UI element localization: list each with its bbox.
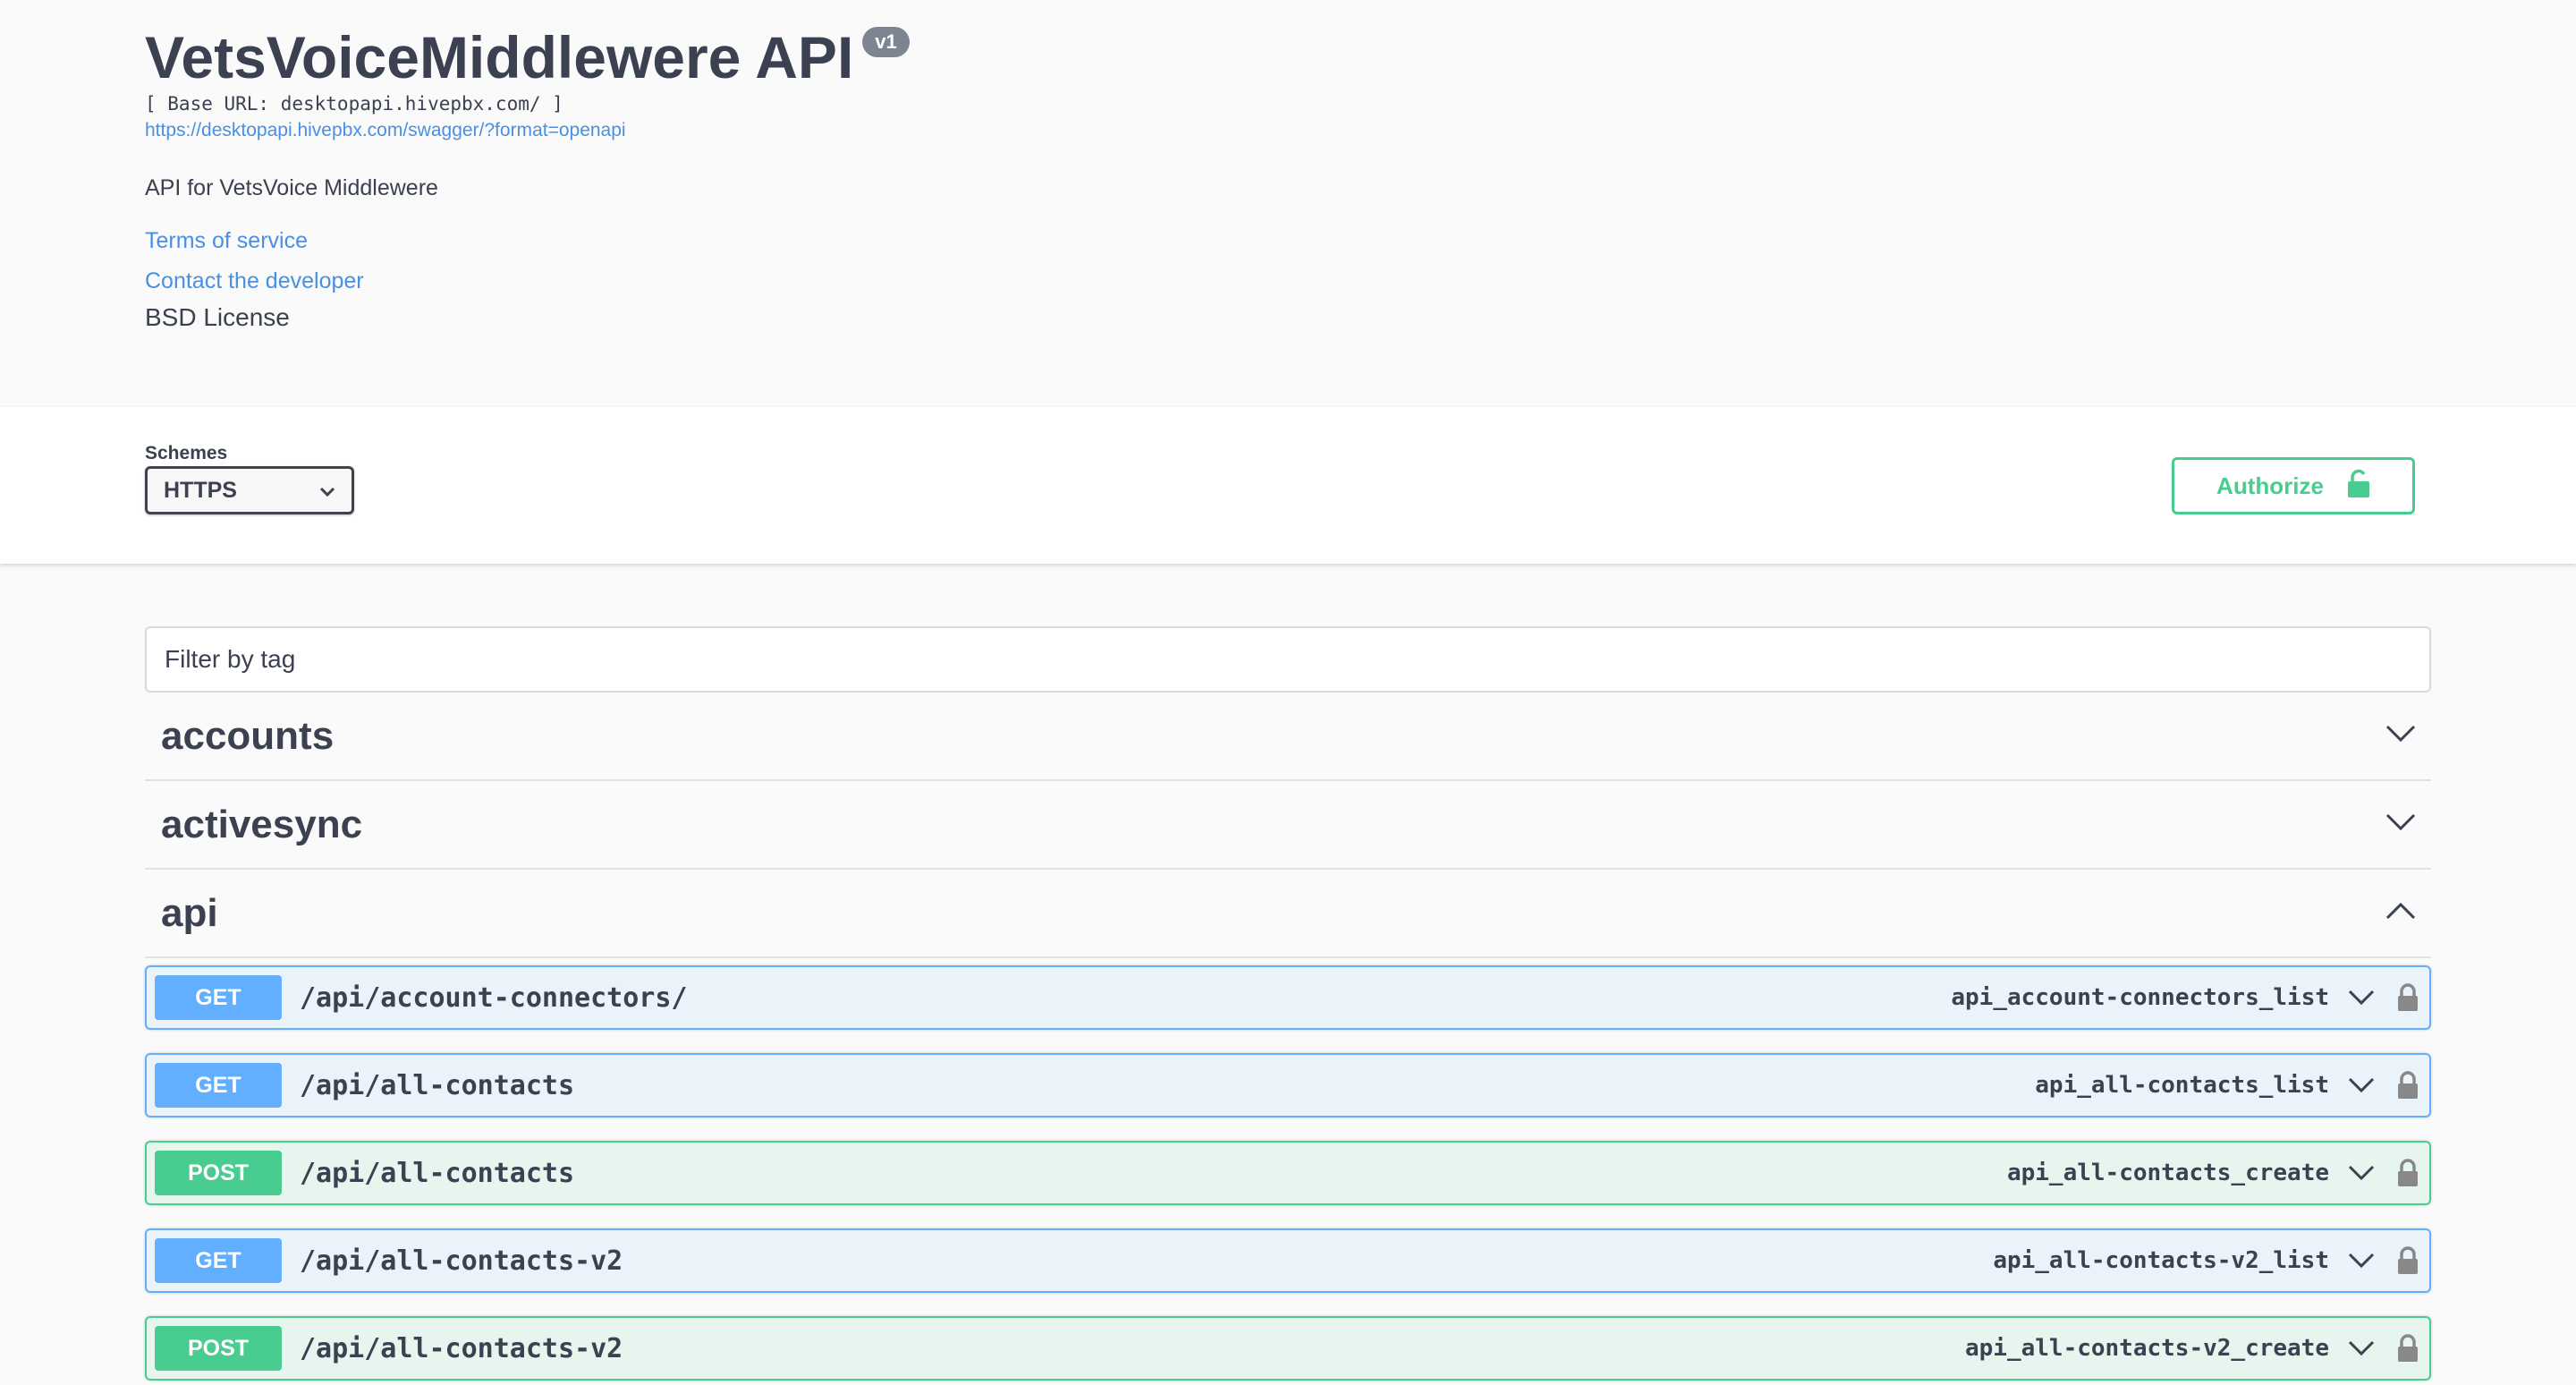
scheme-container: Schemes HTTPS Authorize xyxy=(0,407,2576,564)
operation-path: /api/all-contacts xyxy=(300,1157,575,1189)
chevron-down-icon[interactable] xyxy=(2343,1330,2379,1366)
chevron-down-icon xyxy=(319,478,335,504)
operation-row[interactable]: GET /api/account-connectors/ api_account… xyxy=(145,965,2431,1030)
lock-icon[interactable] xyxy=(2394,1155,2422,1191)
method-badge: POST xyxy=(155,1326,282,1371)
filter-by-tag-input[interactable]: Filter by tag xyxy=(145,626,2431,692)
chevron-down-icon[interactable] xyxy=(2343,1067,2379,1103)
method-badge: POST xyxy=(155,1151,282,1195)
chevron-down-icon[interactable] xyxy=(2343,1155,2379,1191)
tag-name: activesync xyxy=(161,802,363,846)
operation-path: /api/account-connectors/ xyxy=(300,981,688,1014)
operation-path: /api/all-contacts-v2 xyxy=(300,1332,623,1364)
unlocked-icon xyxy=(2347,469,2370,504)
filter-placeholder: Filter by tag xyxy=(165,645,296,673)
chevron-down-icon[interactable] xyxy=(2343,980,2379,1015)
api-description: API for VetsVoice Middlewere xyxy=(145,175,438,200)
operation-path: /api/all-contacts xyxy=(300,1069,575,1101)
chevron-down-icon xyxy=(2385,812,2417,837)
tag-name: accounts xyxy=(161,713,335,758)
operation-id: api_all-contacts-v2_create xyxy=(1965,1335,2329,1362)
operations-list: GET /api/account-connectors/ api_account… xyxy=(145,965,2431,1381)
operation-id: api_all-contacts-v2_list xyxy=(1993,1247,2329,1274)
method-badge: GET xyxy=(155,1063,282,1108)
lock-icon[interactable] xyxy=(2394,1067,2422,1103)
authorize-label: Authorize xyxy=(2216,472,2324,499)
lock-icon[interactable] xyxy=(2394,1243,2422,1279)
authorize-button[interactable]: Authorize xyxy=(2172,457,2415,514)
operation-row[interactable]: GET /api/all-contacts api_all-contacts_l… xyxy=(145,1053,2431,1117)
tag-activesync[interactable]: activesync xyxy=(145,781,2431,870)
schemes-selected-value: HTTPS xyxy=(164,477,237,503)
operation-row[interactable]: POST /api/all-contacts api_all-contacts_… xyxy=(145,1141,2431,1205)
lock-icon[interactable] xyxy=(2394,1330,2422,1366)
spec-url-link[interactable]: https://desktopapi.hivepbx.com/swagger/?… xyxy=(145,120,2431,141)
operation-row[interactable]: POST /api/all-contacts-v2 api_all-contac… xyxy=(145,1316,2431,1381)
method-badge: GET xyxy=(155,1238,282,1283)
chevron-down-icon xyxy=(2385,724,2417,748)
tag-name: api xyxy=(161,890,218,935)
tag-accounts[interactable]: accounts xyxy=(145,692,2431,781)
version-badge: v1 xyxy=(862,27,910,57)
chevron-up-icon xyxy=(2385,901,2417,925)
contact-developer-link[interactable]: Contact the developer xyxy=(145,268,2431,294)
schemes-label: Schemes xyxy=(145,443,228,463)
operation-path: /api/all-contacts-v2 xyxy=(300,1245,623,1277)
operation-row[interactable]: GET /api/all-contacts-v2 api_all-contact… xyxy=(145,1228,2431,1293)
operation-id: api_account-connectors_list xyxy=(1951,984,2329,1011)
tag-api[interactable]: api xyxy=(145,870,2431,958)
operation-id: api_all-contacts_list xyxy=(2035,1072,2329,1099)
terms-of-service-link[interactable]: Terms of service xyxy=(145,228,2431,254)
lock-icon[interactable] xyxy=(2394,980,2422,1015)
base-url: [ Base URL: desktopapi.hivepbx.com/ ] xyxy=(145,93,564,115)
info-section: VetsVoiceMiddlewere API v1 [ Base URL: d… xyxy=(0,0,2576,407)
operation-id: api_all-contacts_create xyxy=(2006,1160,2329,1186)
license-text: BSD License xyxy=(145,303,290,331)
chevron-down-icon[interactable] xyxy=(2343,1243,2379,1279)
schemes-select[interactable]: HTTPS xyxy=(145,466,354,514)
api-title: VetsVoiceMiddlewere API xyxy=(145,24,854,90)
method-badge: GET xyxy=(155,975,282,1020)
